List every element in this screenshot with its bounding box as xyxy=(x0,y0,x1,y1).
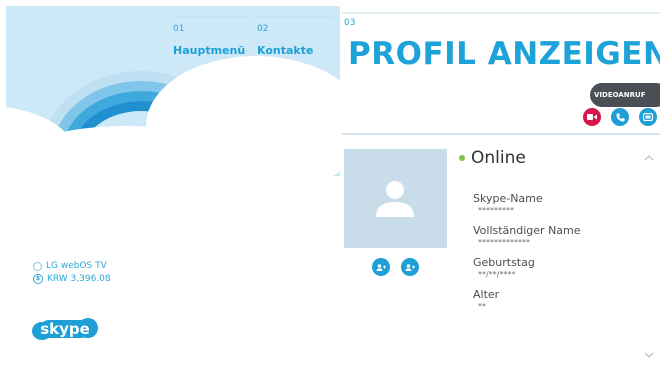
video-camera-icon xyxy=(587,114,597,120)
presence-status: Online xyxy=(459,148,526,168)
breadcrumb-rule xyxy=(257,16,333,18)
person-placeholder-icon xyxy=(376,181,414,217)
credit-balance: KRW 3,396.08 xyxy=(47,274,111,284)
skype-logo-text: skype xyxy=(40,320,90,338)
field-birthday: Geburtstag **/**/**** xyxy=(473,256,535,279)
section-divider xyxy=(342,133,660,135)
breadcrumb-current-number: 03 xyxy=(344,18,356,28)
skype-profile-screen: 01 Hauptmenü 02 Kontakte LG webOS TV $ K… xyxy=(0,0,660,371)
field-age: Alter ** xyxy=(473,288,499,311)
add-person-icon xyxy=(405,263,415,271)
page-title: PROFIL ANZEIGEN xyxy=(348,36,660,72)
video-call-button[interactable] xyxy=(583,108,601,126)
credit-line: $ KRW 3,396.08 xyxy=(33,274,111,284)
device-name: LG webOS TV xyxy=(46,261,107,271)
voice-call-button[interactable] xyxy=(611,108,629,126)
contact-avatar xyxy=(344,149,447,248)
sky-panel: 01 Hauptmenü 02 Kontakte LG webOS TV $ K… xyxy=(6,6,340,368)
field-label: Vollständiger Name xyxy=(473,224,581,237)
header-rule xyxy=(342,12,660,14)
video-call-tooltip: VIDEOANRUF xyxy=(590,83,660,107)
field-skype-name: Skype-Name ********* xyxy=(473,192,543,215)
phone-icon xyxy=(615,112,625,122)
presence-text: Online xyxy=(471,148,526,168)
field-label: Geburtstag xyxy=(473,256,535,269)
online-status-dot xyxy=(459,155,465,161)
dialpad-icon xyxy=(643,113,653,121)
chevron-down-icon[interactable] xyxy=(644,352,654,358)
field-value: **/**/**** xyxy=(478,270,516,279)
breadcrumb-label: Kontakte xyxy=(257,44,314,57)
field-label: Skype-Name xyxy=(473,192,543,205)
breadcrumb-rule xyxy=(173,16,251,18)
share-contact-button[interactable] xyxy=(401,258,419,276)
add-person-icon xyxy=(376,263,386,271)
field-value: ************* xyxy=(478,238,530,247)
call-phone-button[interactable] xyxy=(639,108,657,126)
breadcrumb-number: 01 xyxy=(173,24,185,34)
device-ring-icon xyxy=(33,261,42,271)
profile-panel: 03 PROFIL ANZEIGEN VIDEOANRUF Online Sky… xyxy=(342,6,660,368)
skype-logo-cloud: skype xyxy=(32,318,98,340)
chevron-up-icon[interactable] xyxy=(644,155,654,161)
credit-coin-icon: $ xyxy=(33,274,43,284)
field-value: ** xyxy=(478,302,486,311)
sky-cloud-illustration xyxy=(6,6,340,368)
add-contact-button[interactable] xyxy=(372,258,390,276)
breadcrumb-number: 02 xyxy=(257,24,269,34)
field-value: ********* xyxy=(478,206,514,215)
breadcrumb-label: Hauptmenü xyxy=(173,44,246,57)
field-full-name: Vollständiger Name ************* xyxy=(473,224,581,247)
field-label: Alter xyxy=(473,288,500,301)
device-line: LG webOS TV xyxy=(33,261,107,271)
